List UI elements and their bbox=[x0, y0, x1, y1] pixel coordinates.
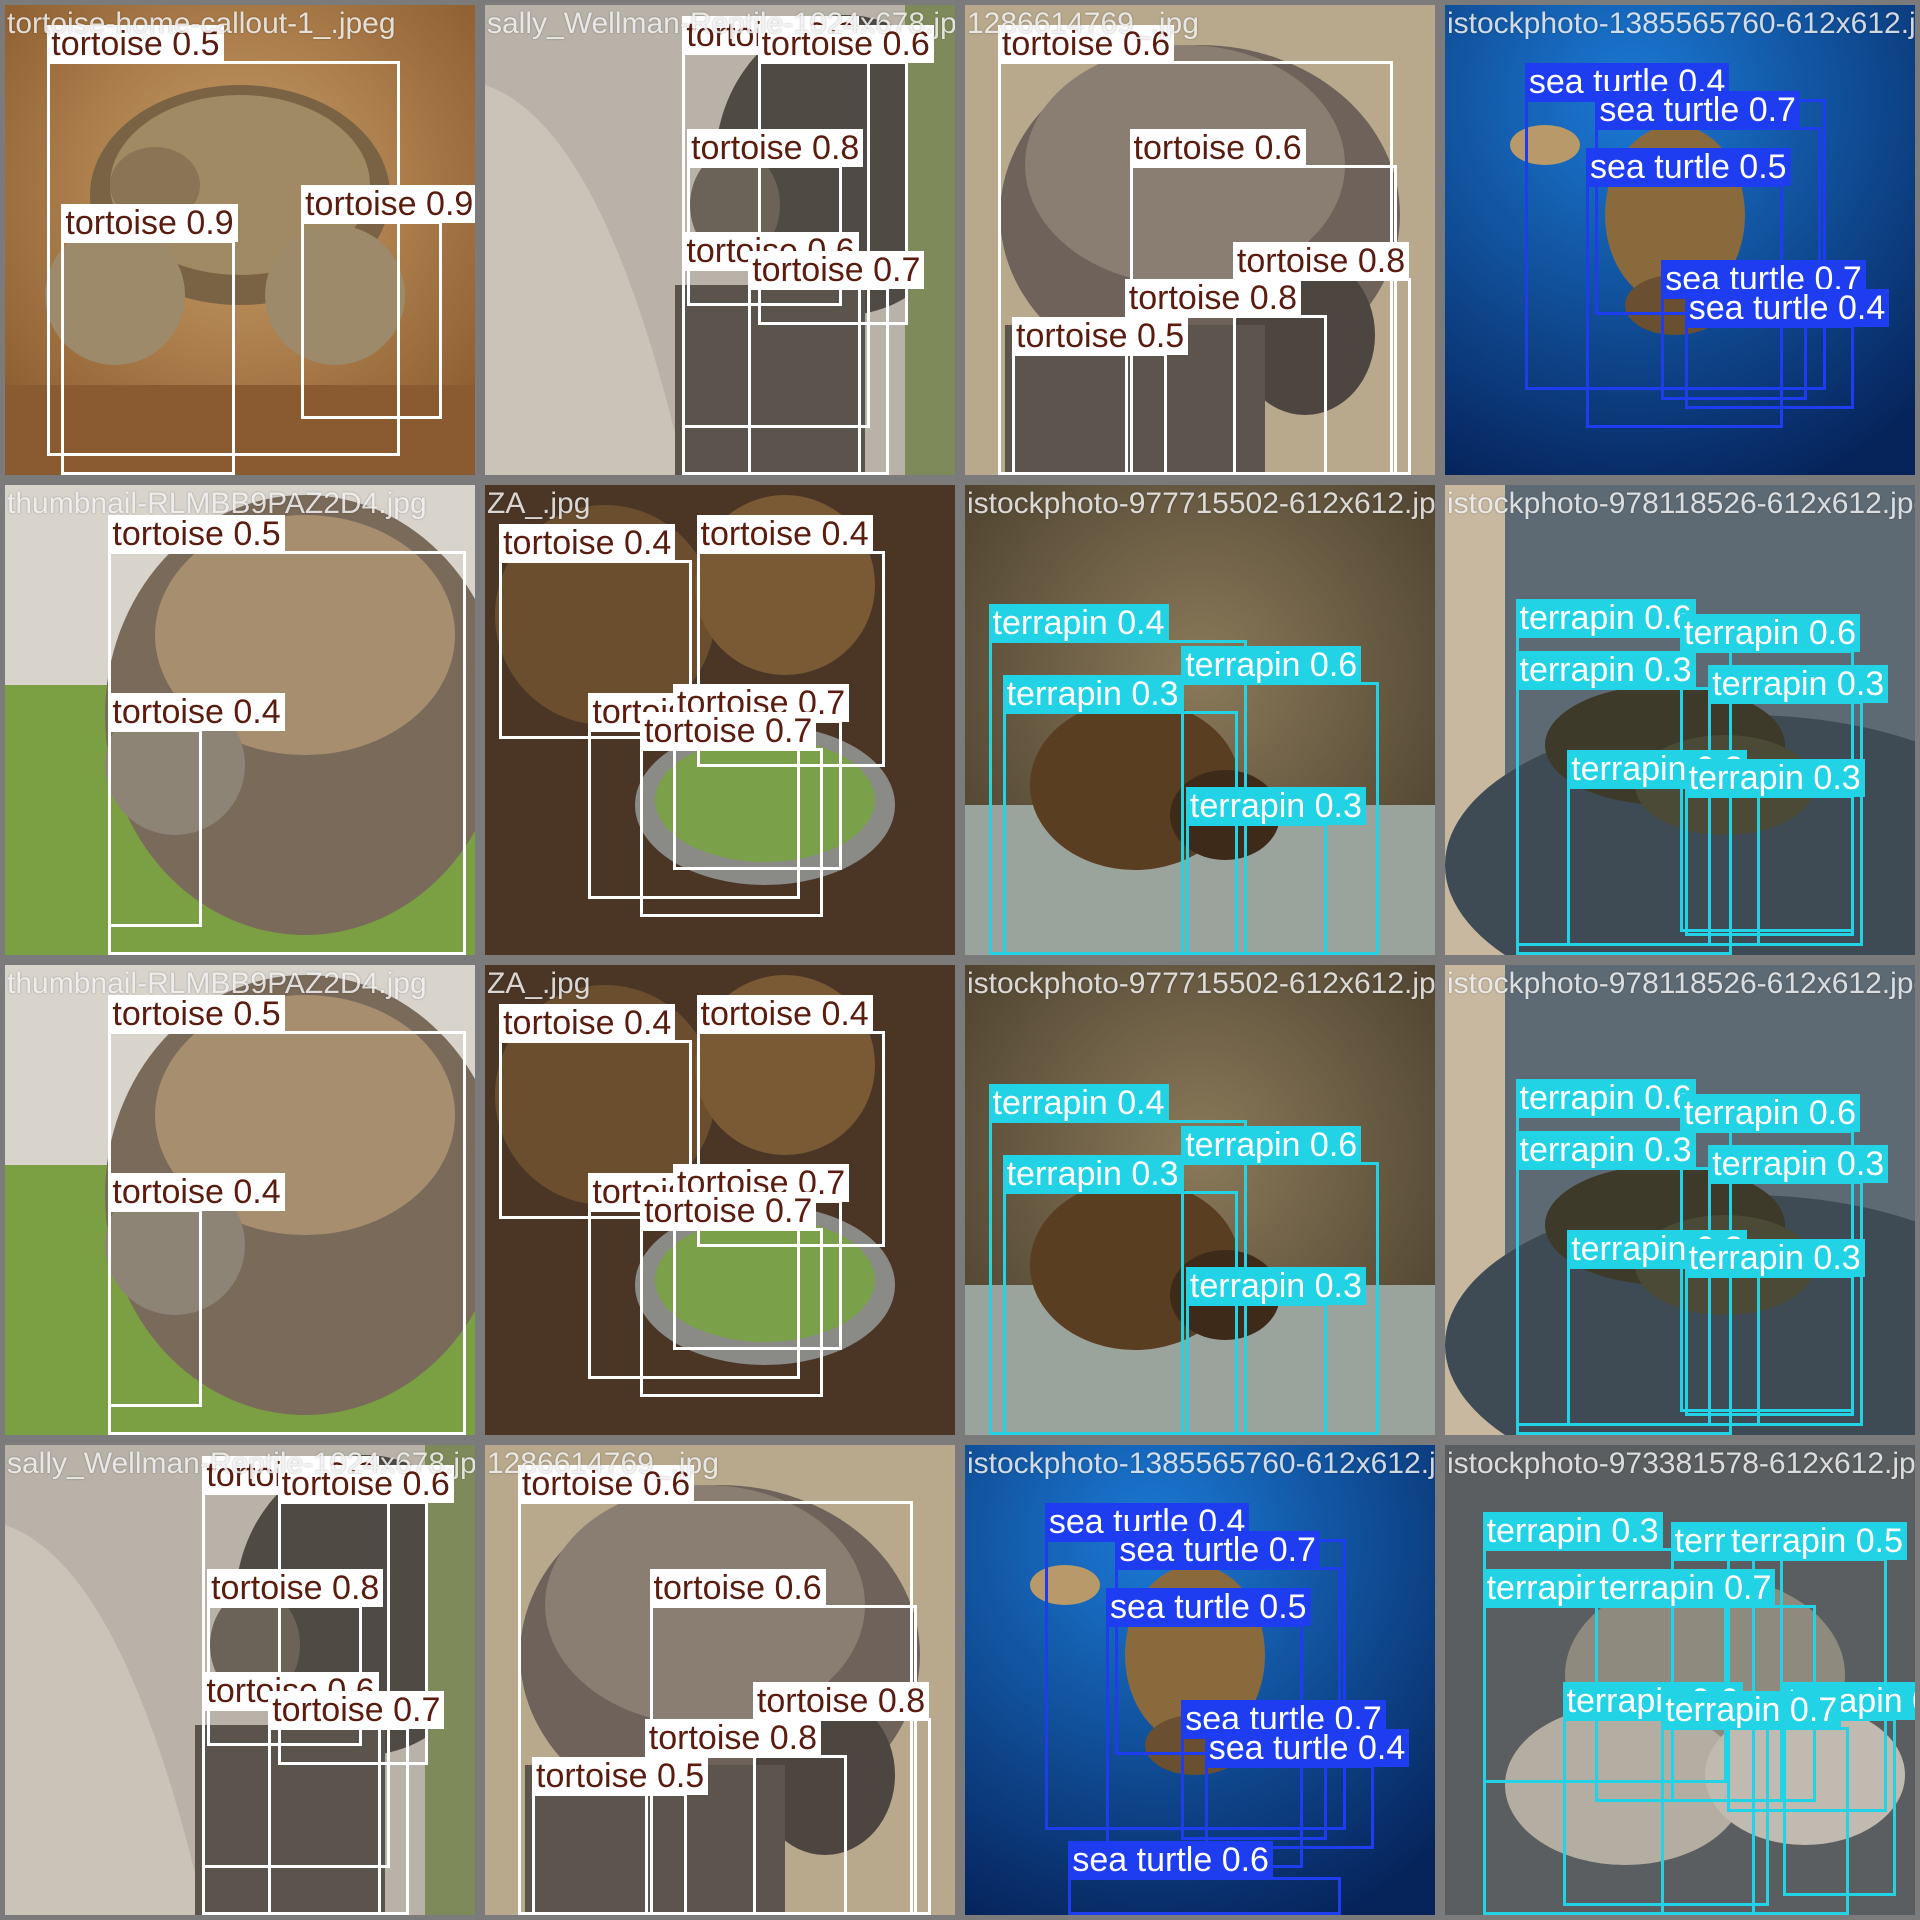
detection-label: terrapin 0.5 bbox=[1727, 1521, 1907, 1560]
detection-label: sea turtle 0.4 bbox=[1684, 288, 1890, 327]
bounding-box-tortoise: tortoise 0.7 bbox=[748, 251, 925, 475]
detection-label: terrapin 0.3 bbox=[1185, 1267, 1366, 1306]
mosaic-tile: terrapin 0.4 terrapin 0.6 terrapin 0.3 terr… bbox=[960, 960, 1440, 1440]
detection-label: tortoise 0.4 bbox=[108, 1173, 285, 1212]
detection-label: tortoise 0.5 bbox=[532, 1756, 709, 1795]
detection-label: tortoise 0.5 bbox=[108, 994, 285, 1033]
detection-label: sea turtle 0.7 bbox=[1115, 1531, 1320, 1570]
detection-label: terrapin 0.4 bbox=[988, 1084, 1169, 1123]
mosaic-tile: sea turtle 0.4 sea turtle 0.7 sea turtle 0… bbox=[960, 1440, 1440, 1920]
detection-label: tortoise 0.8 bbox=[207, 1568, 384, 1607]
mosaic-tile: tortoise 0.5 tortoise 0.9 tortoise 0.9 tort… bbox=[0, 0, 480, 480]
detection-label: terrapin 0.4 bbox=[988, 604, 1169, 643]
mosaic-tile: tortoise 0.6tortoise 0.6tortoise 0.8tort… bbox=[480, 1440, 960, 1920]
mosaic-tile: tortoise 0.6tortoise 0.6tortoise 0.8tort… bbox=[0, 1440, 480, 1920]
bounding-box-tortoise: tortoise 0.7 bbox=[640, 712, 824, 918]
bounding-box-terrapin: terrapin 0.3 bbox=[1684, 759, 1865, 937]
mosaic-tile: tortoise 0.6tortoise 0.6tortoise 0.8tort… bbox=[960, 0, 1440, 480]
mosaic-tile: tortoise 0.5 tortoise 0.4 thumbnail-RLMBB9… bbox=[0, 960, 480, 1440]
mosaic-tile: tortoise 0.5 tortoise 0.4 thumbnail-RLMBB9… bbox=[0, 480, 480, 960]
detection-label: terrapin 0.3 bbox=[1515, 651, 1696, 690]
detection-label: tortoise 0.8 bbox=[687, 128, 864, 167]
mosaic-tile: terrapin 0.3terrapin 0.4terrapin 0.5terr… bbox=[1440, 1440, 1920, 1920]
bounding-box-tortoise: tortoise 0.4 bbox=[108, 693, 285, 927]
detection-label: tortoise 0.4 bbox=[696, 514, 873, 553]
detection-label: sea turtle 0.7 bbox=[1595, 91, 1800, 130]
detection-label: terrapin 0.3 bbox=[1684, 759, 1865, 798]
bounding-box-terrapin: terrapin 0.3 bbox=[1684, 1239, 1865, 1417]
detection-label: tortoise 0.4 bbox=[696, 994, 873, 1033]
detection-label: tortoise 0.4 bbox=[499, 1004, 676, 1043]
detection-label: terrapin 0.6 bbox=[1181, 646, 1362, 685]
bounding-box-sea-turtle: sea turtle 0.4 bbox=[1204, 1728, 1410, 1850]
detection-label: terrapin 0.3 bbox=[1708, 665, 1889, 704]
bounding-box-sea-turtle: sea turtle 0.6 bbox=[1068, 1841, 1341, 1915]
detection-label: tortoise 0.5 bbox=[47, 25, 224, 64]
mosaic-tile: tortoise 0.4 tortoise 0.4 tortoise 0.7 tort… bbox=[480, 480, 960, 960]
bounding-box-tortoise: tortoise 0.5 bbox=[532, 1756, 709, 1915]
detection-label: tortoise 0.6 bbox=[649, 1568, 826, 1607]
detection-label: tortoise 0.6 bbox=[997, 25, 1175, 64]
detection-label: terrapin 0.7 bbox=[1661, 1691, 1842, 1729]
detection-label: sea turtle 0.6 bbox=[1068, 1841, 1273, 1880]
bounding-box-tortoise: tortoise 0.9 bbox=[301, 185, 475, 419]
detection-label: sea turtle 0.4 bbox=[1204, 1728, 1410, 1767]
mosaic-tile: terrapin 0.6 terrapin 0.6 terrapin 0.3 terr… bbox=[1440, 480, 1920, 960]
detection-label: tortoise 0.6 bbox=[757, 25, 934, 64]
mosaic-tile: terrapin 0.4 terrapin 0.6 terrapin 0.3 terr… bbox=[960, 480, 1440, 960]
detection-label: terrapin 0.7 bbox=[1595, 1568, 1776, 1607]
mosaic-tile: terrapin 0.6 terrapin 0.6 terrapin 0.3 terr… bbox=[1440, 960, 1920, 1440]
bounding-box-terrapin: terrapin 0.3 bbox=[1185, 787, 1366, 955]
detection-label: tortoise 0.8 bbox=[752, 1681, 930, 1720]
detection-label: terrapin 0.6 bbox=[1515, 1079, 1696, 1118]
bounding-box-tortoise: tortoise 0.9 bbox=[61, 204, 238, 475]
detection-label: tortoise 0.7 bbox=[640, 1192, 817, 1231]
bounding-box-tortoise: tortoise 0.5 bbox=[1012, 316, 1189, 475]
detection-label: tortoise 0.8 bbox=[644, 1719, 822, 1758]
detection-label: terrapin 0.3 bbox=[1482, 1512, 1663, 1551]
detection-label: tortoise 0.7 bbox=[268, 1691, 445, 1729]
bounding-box-tortoise: tortoise 0.7 bbox=[640, 1192, 824, 1398]
bounding-box-sea-turtle: sea turtle 0.4 bbox=[1684, 288, 1890, 410]
mosaic-tile: sea turtle 0.4 sea turtle 0.7 sea turtle 0… bbox=[1440, 0, 1920, 480]
detection-label: terrapin 0.6 bbox=[1181, 1126, 1362, 1165]
detection-label: sea turtle 0.5 bbox=[1106, 1587, 1311, 1626]
detection-label: tortoise 0.8 bbox=[1124, 279, 1302, 318]
detection-label: terrapin 0.3 bbox=[1002, 674, 1183, 713]
detection-label: tortoise 0.5 bbox=[1012, 316, 1189, 355]
bounding-box-terrapin: terrapin 0.7 bbox=[1661, 1691, 1850, 1915]
detection-label: tortoise 0.8 bbox=[1232, 241, 1410, 280]
detection-label: terrapin 0.3 bbox=[1684, 1239, 1865, 1278]
detection-label: terrapin 0.3 bbox=[1185, 787, 1366, 826]
mosaic-tile: tortoise 0.6tortoise 0.6tortoise 0.8tort… bbox=[480, 0, 960, 480]
bounding-box-tortoise: tortoise 0.4 bbox=[108, 1173, 285, 1407]
detection-label: tortoise 0.4 bbox=[108, 693, 285, 732]
detection-label: tortoise 0.6 bbox=[277, 1465, 454, 1504]
detection-label: tortoise 0.7 bbox=[748, 251, 925, 289]
detection-label: terrapin 0.3 bbox=[1708, 1145, 1889, 1184]
detection-label: tortoise 0.6 bbox=[517, 1465, 695, 1504]
mosaic-tile: tortoise 0.4 tortoise 0.4 tortoise 0.7 tort… bbox=[480, 960, 960, 1440]
bounding-box-terrapin: terrapin 0.3 bbox=[1185, 1267, 1366, 1435]
detection-label: terrapin 0.3 bbox=[1002, 1154, 1183, 1193]
bounding-box-tortoise: tortoise 0.7 bbox=[268, 1691, 445, 1915]
detection-label: sea turtle 0.5 bbox=[1586, 147, 1791, 186]
detection-label: tortoise 0.4 bbox=[499, 524, 676, 563]
detection-label: terrapin 0.6 bbox=[1680, 613, 1860, 652]
detection-label: tortoise 0.9 bbox=[61, 204, 238, 242]
detection-label: terrapin 0.6 bbox=[1680, 1093, 1860, 1132]
detection-label: tortoise 0.9 bbox=[301, 185, 475, 224]
detection-label: terrapin 0.6 bbox=[1515, 599, 1696, 638]
detection-label: terrapin 0.3 bbox=[1515, 1131, 1696, 1170]
detection-label: tortoise 0.7 bbox=[640, 712, 817, 751]
detection-label: tortoise 0.6 bbox=[1129, 128, 1306, 167]
detection-mosaic: tortoise 0.5 tortoise 0.9 tortoise 0.9 tort… bbox=[0, 0, 1920, 1920]
detection-label: tortoise 0.5 bbox=[108, 514, 285, 553]
